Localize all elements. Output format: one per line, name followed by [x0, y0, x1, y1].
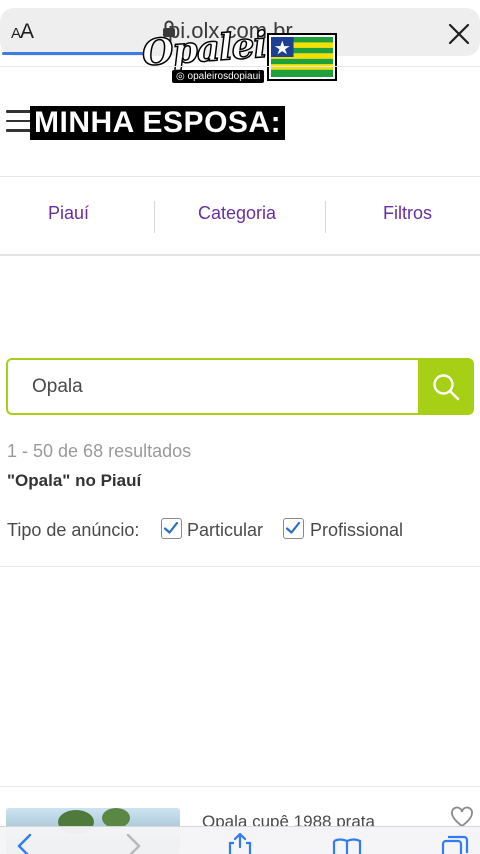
- page-load-progress: [2, 52, 147, 55]
- search-value: Opala: [32, 376, 83, 397]
- ad-type-label: Tipo de anúncio:: [7, 520, 140, 540]
- nav-separator: [154, 201, 155, 233]
- nav-separator: [325, 201, 326, 233]
- search-icon: [433, 373, 460, 400]
- search-input[interactable]: Opala: [6, 358, 419, 415]
- forward-arrow-icon[interactable]: [118, 833, 148, 854]
- favorite-heart-icon[interactable]: [450, 806, 474, 828]
- check-icon: [285, 521, 301, 534]
- close-icon[interactable]: [446, 21, 472, 47]
- header-divider: [0, 66, 480, 67]
- filter-nav: Piauí Categoria Filtros: [0, 176, 480, 256]
- back-arrow-icon[interactable]: [10, 833, 40, 854]
- section-divider: [0, 566, 480, 567]
- menu-icon[interactable]: [6, 110, 32, 132]
- nav-item-category[interactable]: Categoria: [198, 203, 276, 224]
- checkbox-particular[interactable]: [161, 518, 182, 539]
- logo-handle: ◎ opaleirosdopiaui: [172, 70, 265, 83]
- nav-item-filters[interactable]: Filtros: [383, 203, 432, 224]
- check-icon: [163, 521, 179, 534]
- results-count: 1 - 50 de 68 resultados: [7, 441, 192, 461]
- page: AA pi.olx.com.br Opaleiros ◎ opaleirosdo…: [0, 0, 480, 854]
- checkbox-label-profissional[interactable]: Profissional: [310, 520, 403, 541]
- text-size-button[interactable]: AA: [11, 20, 34, 44]
- bookmarks-icon[interactable]: [332, 833, 362, 854]
- piaui-flag-icon: [267, 33, 337, 81]
- tabs-icon[interactable]: [440, 833, 470, 854]
- search-query-label: "Opala" no Piauí: [7, 471, 142, 490]
- nav-item-location[interactable]: Piauí: [48, 203, 89, 224]
- checkbox-profissional[interactable]: [283, 518, 304, 539]
- opaleiros-logo: Opaleiros ◎ opaleirosdopiaui: [140, 19, 340, 90]
- section-divider: [0, 786, 480, 787]
- meme-caption: MINHA ESPOSA:: [30, 106, 286, 140]
- search-button[interactable]: [418, 358, 474, 415]
- checkbox-label-particular[interactable]: Particular: [187, 520, 263, 541]
- share-icon[interactable]: [225, 833, 255, 854]
- browser-toolbar: [0, 826, 480, 854]
